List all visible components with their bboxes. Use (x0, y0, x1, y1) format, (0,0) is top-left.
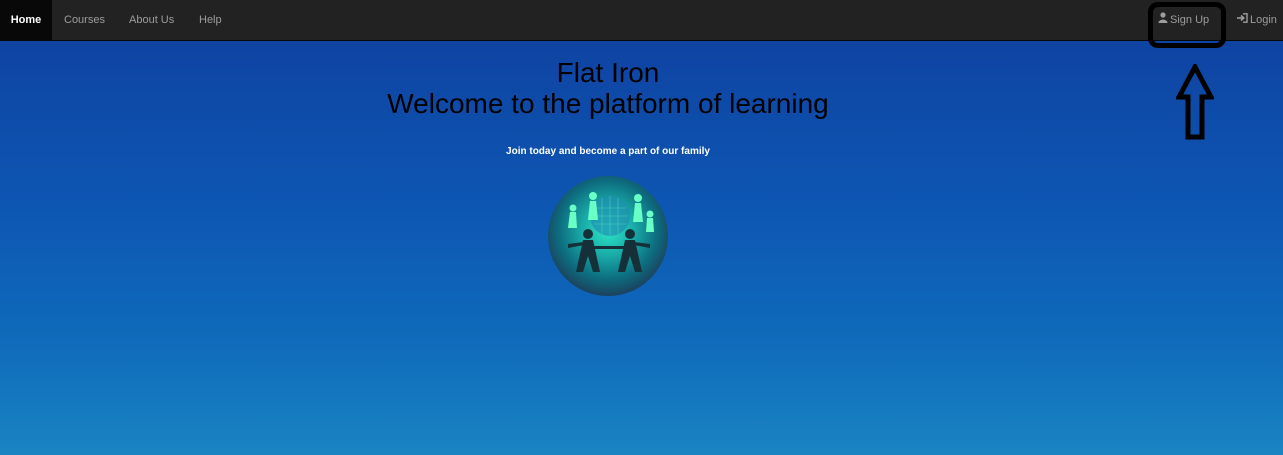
nav-courses-link[interactable]: Courses (64, 0, 105, 40)
nav-home-link[interactable]: Home (0, 0, 52, 40)
login-label: Login (1250, 14, 1277, 26)
page-subtitle: Welcome to the platform of learning (387, 88, 829, 119)
tagline-text: Join today and become a part of our fami… (506, 146, 710, 157)
signup-highlight-box (1148, 2, 1226, 48)
people-globe-logo (548, 176, 668, 296)
nav-help-link[interactable]: Help (199, 0, 222, 40)
login-icon (1237, 0, 1248, 40)
nav-about-link[interactable]: About Us (129, 0, 174, 40)
top-navbar: Home Courses About Us Help Sign Up Login (0, 0, 1283, 41)
page-title: Flat Iron (556, 57, 660, 88)
nav-login-link[interactable]: Login (1237, 0, 1277, 40)
